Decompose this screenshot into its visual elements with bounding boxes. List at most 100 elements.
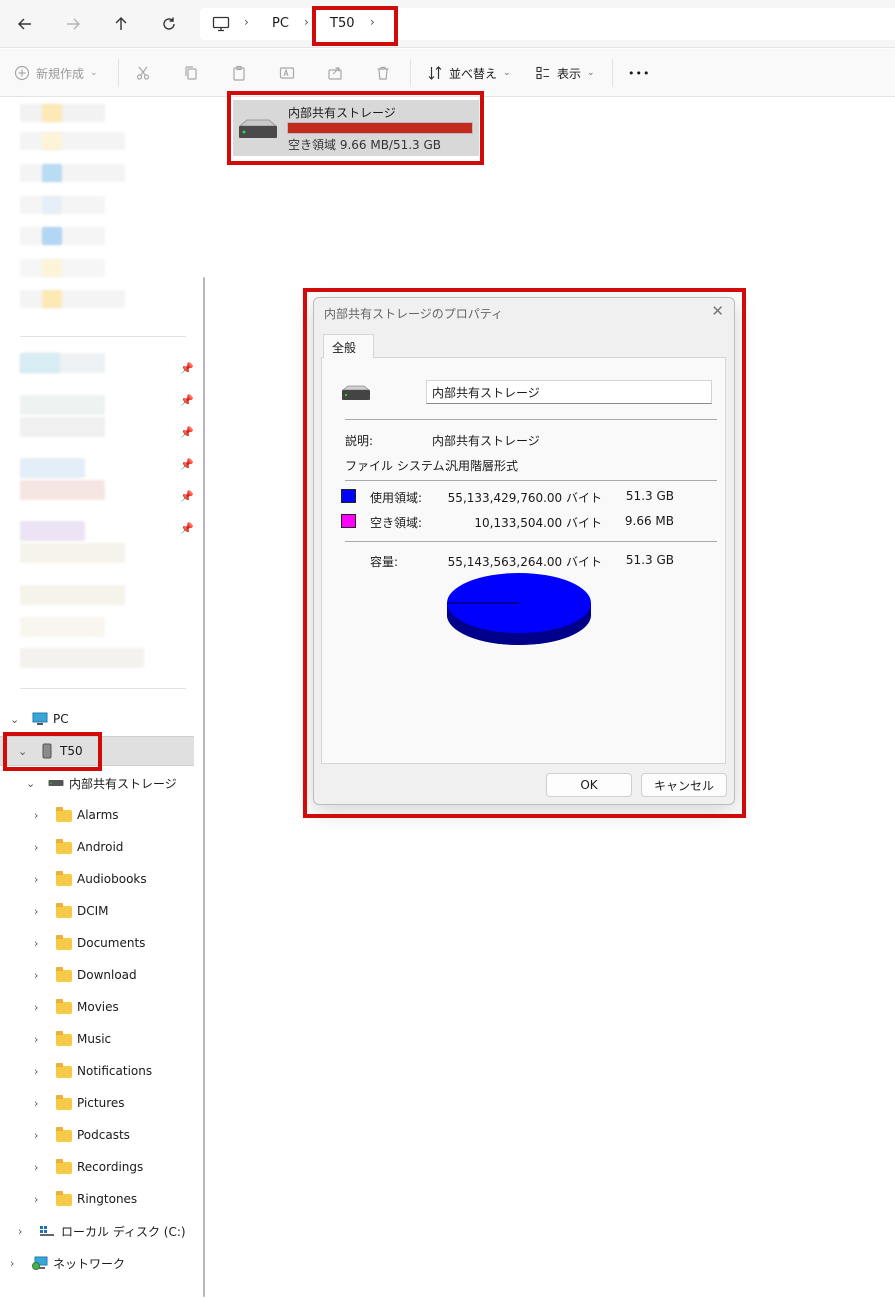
chevron-down-icon[interactable]: ⌄	[10, 713, 19, 726]
sidebar-folder-item[interactable]: › Recordings	[0, 1152, 196, 1182]
chevron-right-icon[interactable]: ›	[34, 1033, 38, 1046]
sidebar-scrollbar[interactable]	[203, 277, 205, 1297]
pin-icon[interactable]: 📌	[180, 362, 194, 375]
sidebar-folder-item[interactable]: › Alarms	[0, 800, 196, 830]
new-button-label: 新規作成	[36, 66, 85, 81]
chevron-right-icon[interactable]: ›	[34, 905, 38, 918]
sidebar-folder-item[interactable]: › DCIM	[0, 896, 196, 926]
forward-button[interactable]	[59, 10, 87, 38]
folder-label: Movies	[77, 1000, 119, 1014]
storage-tile[interactable]: 内部共有ストレージ 空き領域 9.66 MB/51.3 GB	[233, 100, 479, 156]
separator	[345, 419, 717, 420]
sidebar-folder-item[interactable]: › Ringtones	[0, 1184, 196, 1214]
folder-label: Notifications	[77, 1064, 153, 1078]
sidebar-folder-item[interactable]: › Audiobooks	[0, 864, 196, 894]
storage-tile-name: 内部共有ストレージ	[288, 106, 396, 120]
breadcrumb-pc[interactable]: PC	[272, 16, 289, 31]
blurred-item	[20, 521, 85, 541]
pin-icon[interactable]: 📌	[180, 490, 194, 503]
chevron-right-icon[interactable]: ›	[34, 873, 38, 886]
blurred-item	[20, 395, 105, 415]
chevron-right-icon[interactable]: ›	[370, 15, 375, 29]
chevron-right-icon[interactable]: ›	[34, 969, 38, 982]
chevron-right-icon[interactable]: ›	[34, 1001, 38, 1014]
folder-icon	[56, 967, 72, 982]
monitor-icon[interactable]	[212, 16, 230, 32]
sidebar-folder-item[interactable]: › Music	[0, 1024, 196, 1054]
drive-name-input[interactable]: 内部共有ストレージ	[426, 380, 712, 404]
sort-button[interactable]: 並べ替え ⌄	[427, 61, 511, 85]
sidebar-folder-item[interactable]: › Documents	[0, 928, 196, 958]
ok-button[interactable]: OK	[546, 773, 632, 797]
chevron-right-icon[interactable]: ›	[34, 1097, 38, 1110]
chevron-right-icon[interactable]: ›	[34, 809, 38, 822]
folder-label: Recordings	[77, 1160, 144, 1174]
pin-icon[interactable]: 📌	[180, 394, 194, 407]
chevron-right-icon[interactable]: ›	[18, 1225, 22, 1238]
blurred-item	[42, 227, 62, 245]
sidebar-folder-item[interactable]: › Movies	[0, 992, 196, 1022]
sidebar-item-local-disk[interactable]: › ローカル ディスク (C:)	[0, 1216, 196, 1246]
description-label: 説明:	[345, 434, 374, 448]
sidebar-item-t50[interactable]: ⌄ T50	[0, 736, 194, 766]
blurred-item	[20, 104, 105, 122]
sort-button-label: 並べ替え	[449, 66, 498, 81]
sidebar-folder-item[interactable]: › Notifications	[0, 1056, 196, 1086]
copy-button[interactable]	[183, 61, 199, 85]
more-options-button[interactable]: •••	[628, 61, 650, 85]
chevron-right-icon: ›	[304, 15, 309, 29]
chevron-right-icon[interactable]: ›	[34, 1161, 38, 1174]
paste-button[interactable]	[231, 61, 247, 85]
chevron-right-icon[interactable]: ›	[34, 841, 38, 854]
folder-label: Alarms	[77, 808, 119, 822]
up-button[interactable]	[107, 10, 135, 38]
refresh-button[interactable]	[155, 10, 183, 38]
view-button-label: 表示	[557, 66, 582, 81]
storage-usage-fill	[288, 123, 472, 133]
used-space-bytes: 55,133,429,760.00 バイト	[447, 491, 602, 505]
cut-button[interactable]	[135, 61, 151, 85]
drive-icon	[342, 385, 370, 400]
sidebar-item-network[interactable]: › ネットワーク	[0, 1248, 196, 1278]
folder-label: Download	[77, 968, 137, 982]
filesystem-label: ファイル システム:	[345, 459, 449, 473]
sidebar-item-internal-storage[interactable]: ⌄ 内部共有ストレージ	[0, 768, 196, 798]
folder-label: Music	[77, 1032, 112, 1046]
view-button[interactable]: 表示 ⌄	[535, 61, 595, 85]
toolbar-divider	[612, 59, 613, 87]
new-button[interactable]: 新規作成 ⌄	[14, 61, 98, 85]
back-button[interactable]	[11, 10, 39, 38]
chevron-down-icon[interactable]: ⌄	[18, 745, 27, 758]
sidebar-item-pc[interactable]: ⌄ PC	[0, 704, 196, 734]
cancel-button[interactable]: キャンセル	[641, 773, 727, 797]
sidebar-folder-item[interactable]: › Pictures	[0, 1088, 196, 1118]
sidebar-folder-item[interactable]: › Android	[0, 832, 196, 862]
chevron-down-icon[interactable]: ⌄	[26, 777, 35, 790]
folder-label: Audiobooks	[77, 872, 147, 886]
pin-icon[interactable]: 📌	[180, 522, 194, 535]
blurred-item	[20, 543, 125, 563]
tab-general[interactable]: 全般	[323, 334, 374, 358]
breadcrumb-t50[interactable]: T50	[330, 16, 354, 31]
blurred-item	[42, 196, 62, 214]
folder-label: Android	[77, 840, 124, 854]
capacity-bytes: 55,143,563,264.00 バイト	[447, 555, 602, 569]
sidebar-divider	[20, 688, 186, 689]
chevron-right-icon[interactable]: ›	[34, 1065, 38, 1078]
chevron-right-icon[interactable]: ›	[34, 1193, 38, 1206]
sidebar-folder-item[interactable]: › Podcasts	[0, 1120, 196, 1150]
rename-button[interactable]	[279, 61, 295, 85]
chevron-right-icon[interactable]: ›	[10, 1257, 14, 1270]
more-options-label: •••	[628, 66, 651, 80]
chevron-right-icon[interactable]: ›	[34, 937, 38, 950]
description-value: 内部共有ストレージ	[432, 434, 540, 448]
sidebar-folder-item[interactable]: › Download	[0, 960, 196, 990]
blurred-item	[20, 196, 105, 214]
chevron-right-icon[interactable]: ›	[34, 1129, 38, 1142]
close-icon[interactable]: ✕	[711, 302, 724, 320]
share-button[interactable]	[327, 61, 343, 85]
pin-icon[interactable]: 📌	[180, 426, 194, 439]
delete-button[interactable]	[375, 61, 391, 85]
storage-usage-bar	[287, 122, 473, 134]
pin-icon[interactable]: 📌	[180, 458, 194, 471]
